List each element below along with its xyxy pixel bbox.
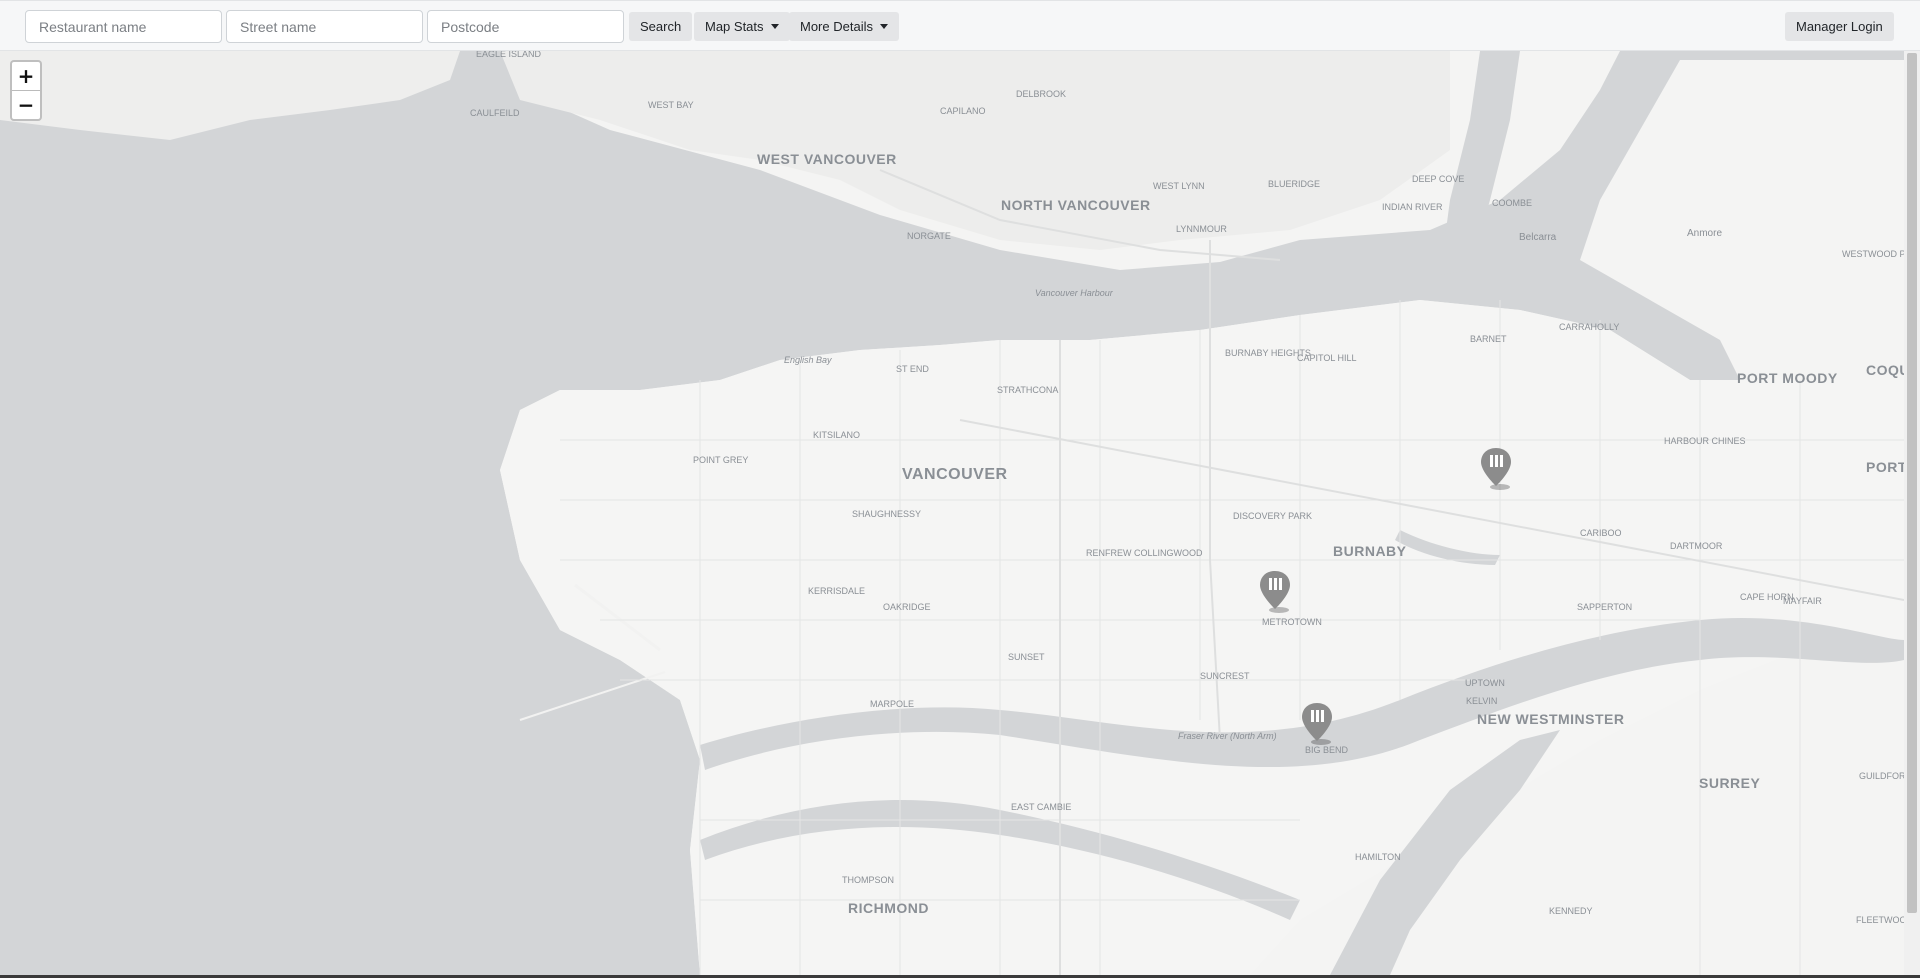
map-stats-label: Map Stats [705, 19, 764, 34]
caret-down-icon [770, 24, 779, 29]
restaurant-marker-icon[interactable] [1478, 446, 1518, 492]
restaurant-marker-icon[interactable] [1257, 569, 1297, 615]
map-view[interactable]: WEST VANCOUVER NORTH VANCOUVER VANCOUVER… [0, 51, 1904, 975]
map-stats-dropdown[interactable]: Map Stats [694, 12, 790, 41]
search-button-label: Search [640, 19, 682, 34]
manager-login-button[interactable]: Manager Login [1785, 12, 1894, 41]
more-details-dropdown[interactable]: More Details [789, 12, 899, 41]
street-name-input[interactable] [226, 10, 423, 43]
more-details-label: More Details [800, 19, 873, 34]
restaurant-marker-icon[interactable] [1299, 701, 1339, 747]
top-navbar: Search Map Stats More Details Manager Lo… [0, 0, 1920, 51]
restaurant-name-input[interactable] [25, 10, 222, 43]
map-tiles [0, 51, 1904, 975]
caret-down-icon [879, 24, 888, 29]
scrollbar-thumb[interactable] [1907, 53, 1917, 913]
zoom-control: + − [10, 60, 42, 121]
postcode-input[interactable] [427, 10, 624, 43]
manager-login-label: Manager Login [1796, 19, 1883, 34]
vertical-scrollbar[interactable] [1904, 51, 1920, 975]
zoom-out-button[interactable]: − [12, 91, 40, 119]
zoom-in-button[interactable]: + [12, 62, 40, 91]
search-button[interactable]: Search [629, 12, 693, 41]
